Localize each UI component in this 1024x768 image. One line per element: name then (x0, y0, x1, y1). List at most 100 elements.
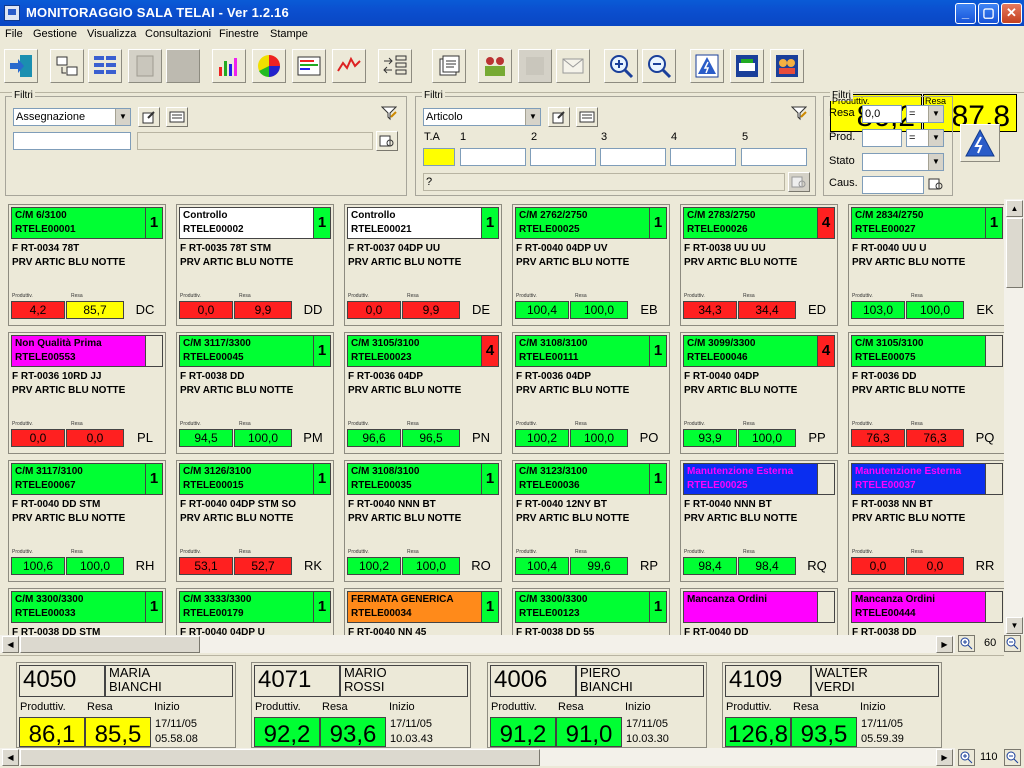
zoom-in-button[interactable] (604, 49, 638, 83)
line-chart-button[interactable] (332, 49, 366, 83)
chevron-down-icon[interactable]: ▼ (525, 109, 540, 125)
chevron-down-icon[interactable]: ▼ (928, 130, 943, 146)
loom-card[interactable]: C/M 3108/3100 RTELE00035 1 F RT-0040 NNN BT… (344, 460, 502, 582)
caus-search-button[interactable] (925, 175, 947, 195)
menu-gestione[interactable]: Gestione (33, 28, 77, 40)
article-field-2[interactable] (530, 148, 596, 166)
loom-card[interactable]: C/M 3300/3300 RTELE00033 1 F RT-0038 DD STM… (8, 588, 166, 635)
operator-card[interactable]: 4071 MARIO ROSSI Produttiv. Resa Inizio 92,2 93… (251, 662, 471, 748)
loom-card[interactable]: C/M 3333/3300 RTELE00179 1 F RT-0040 04DP U… (176, 588, 334, 635)
scroll-left-button[interactable]: ◀ (2, 636, 19, 653)
operators-horizontal-scrollbar[interactable]: ◀ ▶ (0, 748, 955, 766)
stato-combo[interactable]: ▼ (862, 153, 944, 171)
loom-card[interactable]: Non Qualità Prima RTELE00553 F RT-0036 10R… (8, 332, 166, 454)
loom-card[interactable]: FERMATA GENERICA RTELE00034 1 F RT-0040 NN … (344, 588, 502, 635)
pie-chart-button[interactable] (252, 49, 286, 83)
assignment-combo[interactable]: Assegnazione ▼ (13, 108, 131, 126)
loom-card[interactable]: C/M 3105/3100 RTELE00023 4 F RT-0036 04DP PR… (344, 332, 502, 454)
zoom-in-small-button[interactable] (958, 749, 975, 766)
alarm-button[interactable] (690, 49, 724, 83)
operator-card[interactable]: 4006 PIERO BIANCHI Produttiv. Resa Inizio 91,2… (487, 662, 707, 748)
loom-card[interactable]: C/M 3126/3100 RTELE00015 1 F RT-0040 04DP S… (176, 460, 334, 582)
loom-card[interactable]: Controllo RTELE00002 1 F RT-0035 78T STM PRV… (176, 204, 334, 326)
scroll-left-button[interactable]: ◀ (2, 749, 19, 766)
menu-file[interactable]: File (5, 28, 23, 40)
filter-clear-button[interactable] (378, 105, 400, 125)
article-field-5[interactable] (741, 148, 807, 166)
assignment-search-button[interactable] (376, 131, 398, 151)
operators-button[interactable] (478, 49, 512, 83)
loom-card[interactable]: Manutenzione Esterna RTELE00037 F RT-0038 … (848, 460, 1004, 582)
scroll-up-button[interactable]: ▲ (1006, 200, 1023, 217)
article-list-button[interactable] (576, 107, 598, 127)
app-icon[interactable] (4, 5, 20, 21)
ta-input[interactable] (423, 148, 455, 166)
filter-edit-button[interactable] (138, 107, 160, 127)
chevron-down-icon[interactable]: ▼ (928, 106, 943, 122)
loom-card[interactable]: C/M 3105/3100 RTELE00075 F RT-0036 DD PRV A… (848, 332, 1004, 454)
article-combo[interactable]: Articolo ▼ (423, 108, 541, 126)
article-field-4[interactable] (670, 148, 736, 166)
users-button[interactable] (770, 49, 804, 83)
table-chart-button[interactable] (292, 49, 326, 83)
documents-button[interactable] (432, 49, 466, 83)
scroll-right-button[interactable]: ▶ (936, 636, 953, 653)
assignment-input[interactable] (13, 132, 131, 150)
menu-stampe[interactable]: Stampe (270, 28, 308, 40)
looms-vertical-scrollbar[interactable]: ▲ ▼ (1004, 199, 1024, 635)
operator-card[interactable]: 4109 WALTER VERDI Produttiv. Resa Inizio 126,8… (722, 662, 942, 748)
loom-card[interactable]: C/M 2834/2750 RTELE00027 1 F RT-0040 UU U PR… (848, 204, 1004, 326)
scroll-thumb[interactable] (20, 636, 200, 653)
looms-horizontal-scrollbar[interactable]: ◀ ▶ (0, 635, 955, 653)
menu-visualizza[interactable]: Visualizza (87, 28, 136, 40)
article-filter-clear-button[interactable] (788, 105, 810, 125)
scroll-thumb[interactable] (1006, 218, 1023, 288)
list-button[interactable] (378, 49, 412, 83)
menu-consultazioni[interactable]: Consultazioni (145, 28, 211, 40)
article-field-1[interactable] (460, 148, 526, 166)
operator-card[interactable]: 4050 MARIA BIANCHI Produttiv. Resa Inizio 86,1… (16, 662, 236, 748)
loom-card[interactable]: C/M 2783/2750 RTELE00026 4 F RT-0038 UU UU P… (680, 204, 838, 326)
zoom-in-small-button[interactable] (958, 635, 975, 652)
article-search-button[interactable] (788, 172, 810, 192)
menu-finestre[interactable]: Finestre (219, 28, 259, 40)
loom-card[interactable]: C/M 3099/3300 RTELE00046 4 F RT-0040 04DP PR… (680, 332, 838, 454)
zoom-out-small-button[interactable] (1004, 749, 1021, 766)
zoom-out-button[interactable] (642, 49, 676, 83)
mail-button[interactable] (556, 49, 590, 83)
caus-filter-input[interactable] (862, 176, 924, 194)
loom-card[interactable]: Manutenzione Esterna RTELE00025 F RT-0040 … (680, 460, 838, 582)
machine-button[interactable] (730, 49, 764, 83)
chevron-down-icon[interactable]: ▼ (115, 109, 130, 125)
prod-filter-input[interactable] (862, 129, 902, 147)
loom-card[interactable]: C/M 6/3100 RTELE00001 1 F RT-0034 78T PRV AR… (8, 204, 166, 326)
bar-chart-button[interactable] (212, 49, 246, 83)
looms-button[interactable] (88, 49, 122, 83)
minimize-button[interactable]: _ (955, 3, 976, 24)
zoom-out-small-button[interactable] (1004, 635, 1021, 652)
article-field-3[interactable] (600, 148, 666, 166)
loom-card[interactable]: C/M 3117/3300 RTELE00045 1 F RT-0038 DD PRV … (176, 332, 334, 454)
disabled-button-2[interactable] (166, 49, 200, 83)
chevron-down-icon[interactable]: ▼ (928, 154, 943, 170)
loom-card[interactable]: Mancanza OrdiniF RT-0040 DDProduttiv.Res… (680, 588, 838, 635)
exit-button[interactable] (4, 49, 38, 83)
loom-card[interactable]: Mancanza OrdiniRTELE00444F RT-0038 DDPro… (848, 588, 1004, 635)
transfer-button[interactable] (50, 49, 84, 83)
loom-card[interactable]: C/M 3300/3300RTELE001231F RT-0038 DD 55P… (512, 588, 670, 635)
resa-filter-input[interactable]: 0,0 (862, 105, 902, 123)
loom-card[interactable]: C/M 3123/3100 RTELE00036 1 F RT-0040 12NY B… (512, 460, 670, 582)
scroll-right-button[interactable]: ▶ (936, 749, 953, 766)
scroll-thumb[interactable] (20, 749, 540, 766)
maximize-button[interactable]: ▢ (978, 3, 999, 24)
loom-card[interactable]: C/M 3117/3100 RTELE00067 1 F RT-0040 DD STM… (8, 460, 166, 582)
apply-filters-button[interactable] (960, 124, 1000, 162)
filter-list-button[interactable] (166, 107, 188, 127)
loom-card[interactable]: C/M 3108/3100 RTELE00111 1 F RT-0036 04DP PR… (512, 332, 670, 454)
scroll-down-button[interactable]: ▼ (1006, 617, 1023, 634)
loom-card[interactable]: C/M 2762/2750 RTELE00025 1 F RT-0040 04DP U… (512, 204, 670, 326)
disabled-button-3[interactable] (518, 49, 552, 83)
disabled-button-1[interactable] (128, 49, 162, 83)
close-button[interactable]: ✕ (1001, 3, 1022, 24)
prod-operator-combo[interactable]: = ▼ (906, 129, 944, 147)
